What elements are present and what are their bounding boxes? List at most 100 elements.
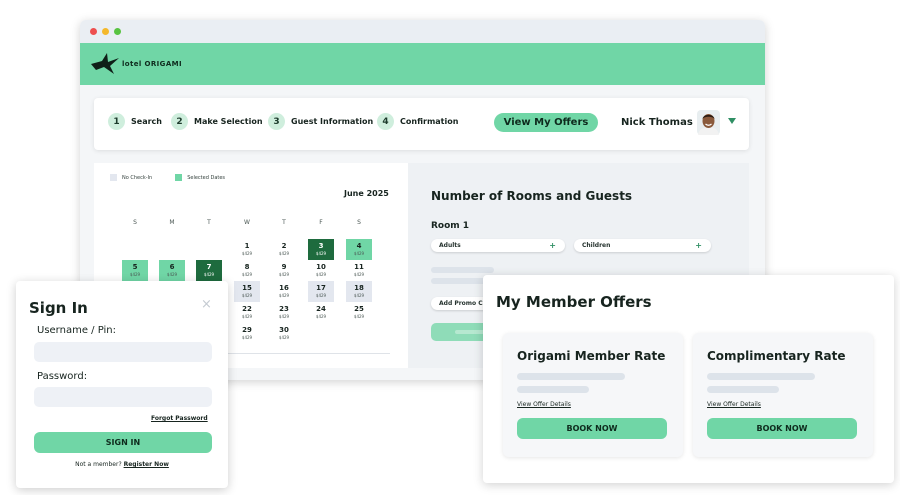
offer-card-origami-member-rate: Origami Member Rate View Offer Details B… [503, 333, 683, 457]
step-number: 3 [268, 113, 285, 130]
day-price: $429 [278, 335, 290, 340]
day-number: 2 [281, 242, 287, 250]
day-price: $429 [278, 251, 290, 256]
day-number: 10 [316, 263, 326, 271]
step-number: 4 [377, 113, 394, 130]
calendar-day[interactable]: 22 $429 [234, 302, 260, 323]
placeholder-line [707, 373, 815, 380]
register-now-link[interactable]: Register Now [124, 461, 169, 468]
day-number: 3 [318, 242, 324, 250]
day-number: 29 [242, 326, 252, 334]
day-number: 1 [244, 242, 250, 250]
day-number: 9 [281, 263, 287, 271]
rooms-guests-title: Number of Rooms and Guests [431, 189, 633, 203]
weekday-header: S [133, 219, 137, 226]
day-price: $429 [241, 314, 253, 319]
placeholder-line [431, 267, 494, 273]
step-guest-information[interactable]: 3 Guest Information [268, 113, 373, 130]
plus-icon[interactable]: + [695, 239, 702, 252]
day-number: 16 [279, 284, 289, 292]
weekday-header: W [244, 219, 250, 226]
step-number: 1 [108, 113, 125, 130]
calendar-day-selected[interactable]: 4 $429 [346, 239, 372, 260]
step-label: Search [131, 117, 162, 126]
password-label: Password: [37, 371, 88, 382]
avatar[interactable] [697, 110, 720, 135]
sign-in-button[interactable]: SIGN IN [34, 432, 212, 453]
calendar-day[interactable]: 9 $429 [271, 260, 297, 281]
origami-crane-icon [91, 53, 119, 74]
user-name[interactable]: Nick Thomas [621, 117, 693, 128]
forgot-password-link[interactable]: Forgot Password [151, 415, 208, 422]
step-label: Guest Information [291, 117, 374, 126]
chevron-down-icon[interactable] [728, 118, 736, 124]
calendar-day[interactable]: 25 $429 [346, 302, 372, 323]
day-price: $429 [315, 251, 327, 256]
view-my-offers-button[interactable]: View My Offers [494, 113, 598, 132]
password-field[interactable] [34, 387, 212, 407]
username-label: Username / Pin: [37, 325, 116, 336]
calendar-day-no-check-in[interactable]: 15 $429 [234, 281, 260, 302]
calendar-day[interactable]: 23 $429 [271, 302, 297, 323]
offer-title: Complimentary Rate [707, 349, 846, 363]
calendar-day[interactable]: 10 $429 [308, 260, 334, 281]
calendar-legend: No Check-In Selected Dates [110, 174, 225, 181]
legend-swatch-selected [175, 174, 183, 181]
calendar-day-no-check-in[interactable]: 18 $429 [346, 281, 372, 302]
day-price: $429 [353, 293, 365, 298]
member-offers-card: My Member Offers Origami Member Rate Vie… [483, 275, 894, 483]
plus-icon[interactable]: + [549, 239, 556, 252]
calendar-day[interactable]: 29 $429 [234, 323, 260, 344]
adults-stepper[interactable]: Adults + [431, 239, 565, 252]
window-minimize-dot[interactable] [102, 28, 109, 35]
day-number: 4 [356, 242, 362, 250]
calendar-day[interactable]: 1 $429 [234, 239, 260, 260]
sign-in-title: Sign In [29, 299, 88, 317]
day-number: 6 [169, 263, 175, 271]
calendar-day-selected[interactable]: 6 $429 [159, 260, 185, 281]
site-header: lotel ORIGAMI [80, 43, 765, 85]
day-price: $429 [278, 272, 290, 277]
children-stepper[interactable]: Children + [574, 239, 711, 252]
calendar-day-selected-start[interactable]: 3 $429 [308, 239, 334, 260]
offer-title: Origami Member Rate [517, 349, 666, 363]
calendar-day-selected[interactable]: 5 $429 [122, 260, 148, 281]
calendar-day-no-check-in[interactable]: 17 $429 [308, 281, 334, 302]
room-label: Room 1 [431, 221, 470, 231]
day-price: $429 [241, 251, 253, 256]
day-price: $429 [315, 272, 327, 277]
window-maximize-dot[interactable] [114, 28, 121, 35]
window-close-dot[interactable] [90, 28, 97, 35]
placeholder-line [517, 373, 625, 380]
sign-in-modal: Sign In × Username / Pin: Password: Forg… [16, 281, 228, 488]
book-now-button[interactable]: BOOK NOW [707, 418, 857, 439]
book-now-button[interactable]: BOOK NOW [517, 418, 667, 439]
calendar-day[interactable]: 11 $429 [346, 260, 372, 281]
day-price: $429 [278, 293, 290, 298]
day-price: $429 [315, 314, 327, 319]
calendar-day[interactable]: 8 $429 [234, 260, 260, 281]
calendar-day[interactable]: 30 $429 [271, 323, 297, 344]
day-number: 7 [206, 263, 212, 271]
calendar-day[interactable]: 2 $429 [271, 239, 297, 260]
search-rooms-button[interactable] [431, 323, 491, 341]
step-make-selection[interactable]: 2 Make Selection [171, 113, 263, 130]
step-search[interactable]: 1 Search [108, 113, 162, 130]
weekday-header: M [169, 219, 175, 226]
calendar-day-selected-end[interactable]: 7 $429 [196, 260, 222, 281]
close-icon[interactable]: × [201, 298, 212, 311]
username-field[interactable] [34, 342, 212, 362]
day-number: 8 [244, 263, 250, 271]
step-confirmation[interactable]: 4 Confirmation [377, 113, 458, 130]
view-offer-details-link[interactable]: View Offer Details [707, 401, 761, 408]
placeholder-line [517, 386, 589, 393]
day-price: $429 [166, 272, 178, 277]
day-number: 11 [354, 263, 364, 271]
day-price: $429 [278, 314, 290, 319]
legend-selected-label: Selected Dates [187, 174, 226, 181]
calendar-day[interactable]: 16 $429 [271, 281, 297, 302]
calendar-day[interactable]: 24 $429 [308, 302, 334, 323]
view-offer-details-link[interactable]: View Offer Details [517, 401, 571, 408]
day-number: 30 [279, 326, 289, 334]
site-logo[interactable]: lotel ORIGAMI [90, 52, 182, 76]
